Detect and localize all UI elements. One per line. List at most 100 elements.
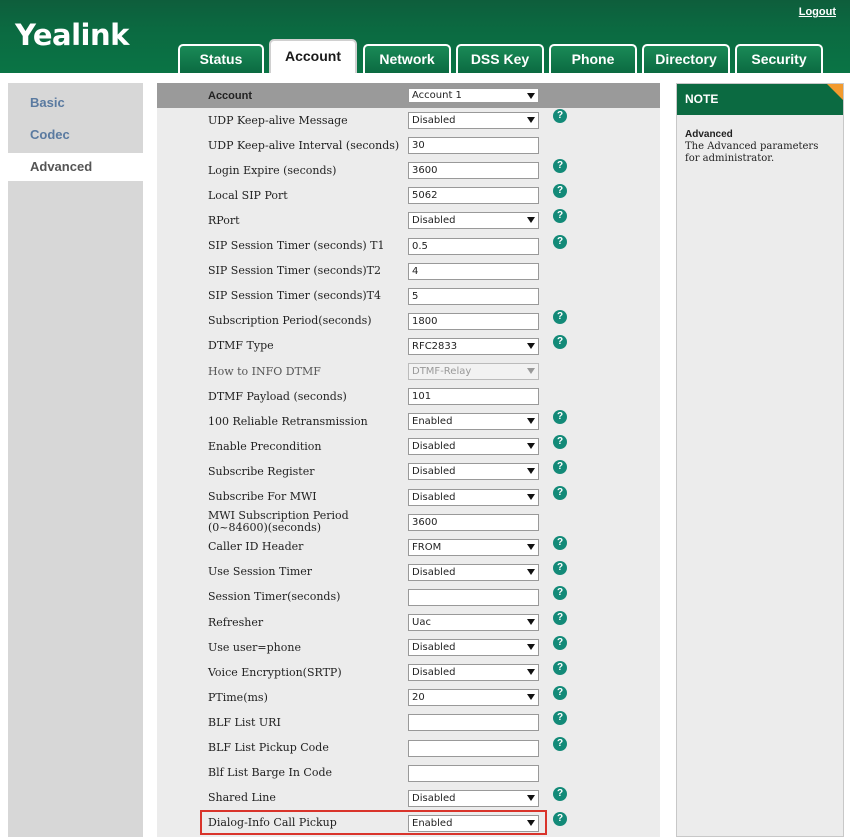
setting-input[interactable] [408, 764, 539, 782]
help-icon[interactable]: ? [553, 334, 567, 349]
help-icon[interactable]: ? [553, 786, 567, 801]
setting-row: Caller ID Header FROM? [157, 535, 660, 560]
setting-input[interactable] [408, 588, 539, 606]
help-icon[interactable]: ? [553, 611, 567, 625]
chevron-down-icon [527, 468, 535, 475]
setting-label: Login Expire (seconds) [208, 163, 337, 177]
sidebar-item-codec[interactable]: Codec [8, 121, 143, 149]
tab-phone[interactable]: Phone [549, 44, 637, 73]
tab-account[interactable]: Account [269, 39, 357, 73]
setting-select[interactable]: 20 [408, 689, 539, 707]
setting-value: Disabled [412, 792, 456, 804]
top-header: Yealink Logout Status Account Network DS… [0, 0, 850, 73]
setting-select[interactable]: Disabled [408, 563, 539, 581]
tab-network[interactable]: Network [363, 44, 451, 73]
help-icon[interactable]: ? [553, 485, 567, 500]
note-body: Advanced The Advanced parameters for adm… [685, 129, 835, 165]
setting-label: Use Session Timer [208, 565, 313, 579]
setting-select[interactable]: Disabled [408, 488, 539, 506]
setting-label: BLF List URI [208, 715, 281, 729]
help-icon[interactable]: ? [553, 410, 567, 425]
tab-directory[interactable]: Directory [642, 44, 730, 73]
chevron-down-icon [527, 619, 535, 625]
setting-select[interactable]: Enabled [408, 413, 539, 431]
help-icon[interactable]: ? [553, 686, 567, 701]
help-icon[interactable]: ? [553, 560, 567, 575]
setting-label: MWI Subscription Period (0~84600)(second… [208, 509, 349, 535]
setting-select[interactable]: FROM [408, 538, 539, 556]
setting-select[interactable]: Disabled [408, 789, 539, 807]
tab-dss-key[interactable]: DSS Key [456, 44, 544, 73]
setting-value: 5 [412, 290, 419, 302]
setting-input[interactable]: 5062 [408, 187, 539, 205]
help-icon[interactable]: ? [553, 159, 567, 174]
setting-label: Enable Precondition [208, 439, 322, 453]
setting-input[interactable]: 30 [408, 137, 539, 155]
help-icon[interactable]: ? [553, 435, 567, 450]
setting-label: How to INFO DTMF [208, 364, 321, 378]
setting-select[interactable]: RFC2833 [408, 337, 539, 355]
setting-input[interactable]: 5 [408, 287, 539, 305]
help-icon[interactable]: ? [553, 460, 567, 475]
setting-row: Subscribe Register Disabled? [157, 459, 660, 484]
setting-row: SIP Session Timer (seconds)T2 4 [157, 259, 660, 284]
help-icon[interactable]: ? [553, 234, 567, 249]
setting-input[interactable]: 3600 [408, 513, 539, 531]
chevron-down-icon [527, 342, 535, 349]
setting-input[interactable]: 0.5 [408, 237, 539, 255]
help-icon[interactable]: ? [553, 209, 567, 224]
chevron-down-icon [527, 819, 535, 826]
help-icon[interactable]: ? [553, 811, 567, 826]
setting-input[interactable]: 1800 [408, 312, 539, 330]
setting-row: Session Timer(seconds)? [157, 585, 660, 610]
setting-input[interactable]: 4 [408, 262, 539, 280]
setting-input[interactable] [408, 739, 539, 757]
setting-input[interactable] [408, 714, 539, 732]
setting-select[interactable]: Uac [408, 614, 539, 631]
account-select[interactable]: Account 1 [408, 88, 539, 103]
help-icon[interactable]: ? [553, 109, 567, 123]
setting-row: SIP Session Timer (seconds)T4 5 [157, 284, 660, 309]
help-icon[interactable]: ? [553, 711, 567, 726]
setting-value: Disabled [412, 642, 456, 654]
setting-select[interactable]: Disabled [408, 664, 539, 682]
help-icon[interactable]: ? [553, 309, 567, 324]
tab-status[interactable]: Status [178, 44, 264, 73]
help-icon[interactable]: ? [553, 661, 567, 676]
setting-value: 20 [412, 692, 425, 704]
account-selector-row: Account Account 1 [157, 83, 660, 108]
help-icon[interactable]: ? [553, 585, 567, 600]
tab-security[interactable]: Security [735, 44, 823, 73]
chevron-down-icon [527, 794, 535, 801]
setting-select[interactable]: Disabled [408, 639, 539, 657]
setting-value: Disabled [412, 566, 456, 578]
note-panel: NOTE Advanced The Advanced parameters fo… [676, 83, 844, 837]
help-icon[interactable]: ? [553, 184, 567, 199]
setting-row: Subscription Period(seconds) 1800? [157, 309, 660, 334]
setting-input[interactable]: 3600 [408, 162, 539, 180]
setting-select[interactable]: Enabled [408, 814, 539, 832]
setting-select[interactable]: Disabled [408, 112, 539, 129]
sidebar-item-advanced[interactable]: Advanced [8, 153, 148, 181]
setting-row: RPort Disabled? [157, 208, 660, 233]
note-text: The Advanced parameters for administrato… [685, 141, 819, 164]
setting-select[interactable]: Disabled [408, 463, 539, 481]
account-label: Account [208, 89, 252, 102]
setting-label: Voice Encryption(SRTP) [208, 665, 342, 679]
setting-value: 4 [412, 265, 419, 277]
setting-row: Shared Line Disabled? [157, 786, 660, 811]
setting-label: UDP Keep-alive Message [208, 113, 348, 127]
setting-label: Blf List Barge In Code [208, 766, 333, 780]
help-icon[interactable]: ? [553, 636, 567, 651]
setting-value: 1800 [412, 315, 438, 327]
logout-link[interactable]: Logout [799, 6, 836, 18]
setting-value: 3600 [412, 165, 438, 177]
help-icon[interactable]: ? [553, 736, 567, 751]
setting-input[interactable]: 101 [408, 388, 539, 406]
setting-row: BLF List URI? [157, 710, 660, 735]
help-icon[interactable]: ? [553, 535, 567, 550]
setting-select[interactable]: Disabled [408, 438, 539, 456]
setting-label: RPort [208, 213, 240, 227]
setting-select[interactable]: Disabled [408, 212, 539, 230]
sidebar-item-basic[interactable]: Basic [8, 89, 143, 117]
